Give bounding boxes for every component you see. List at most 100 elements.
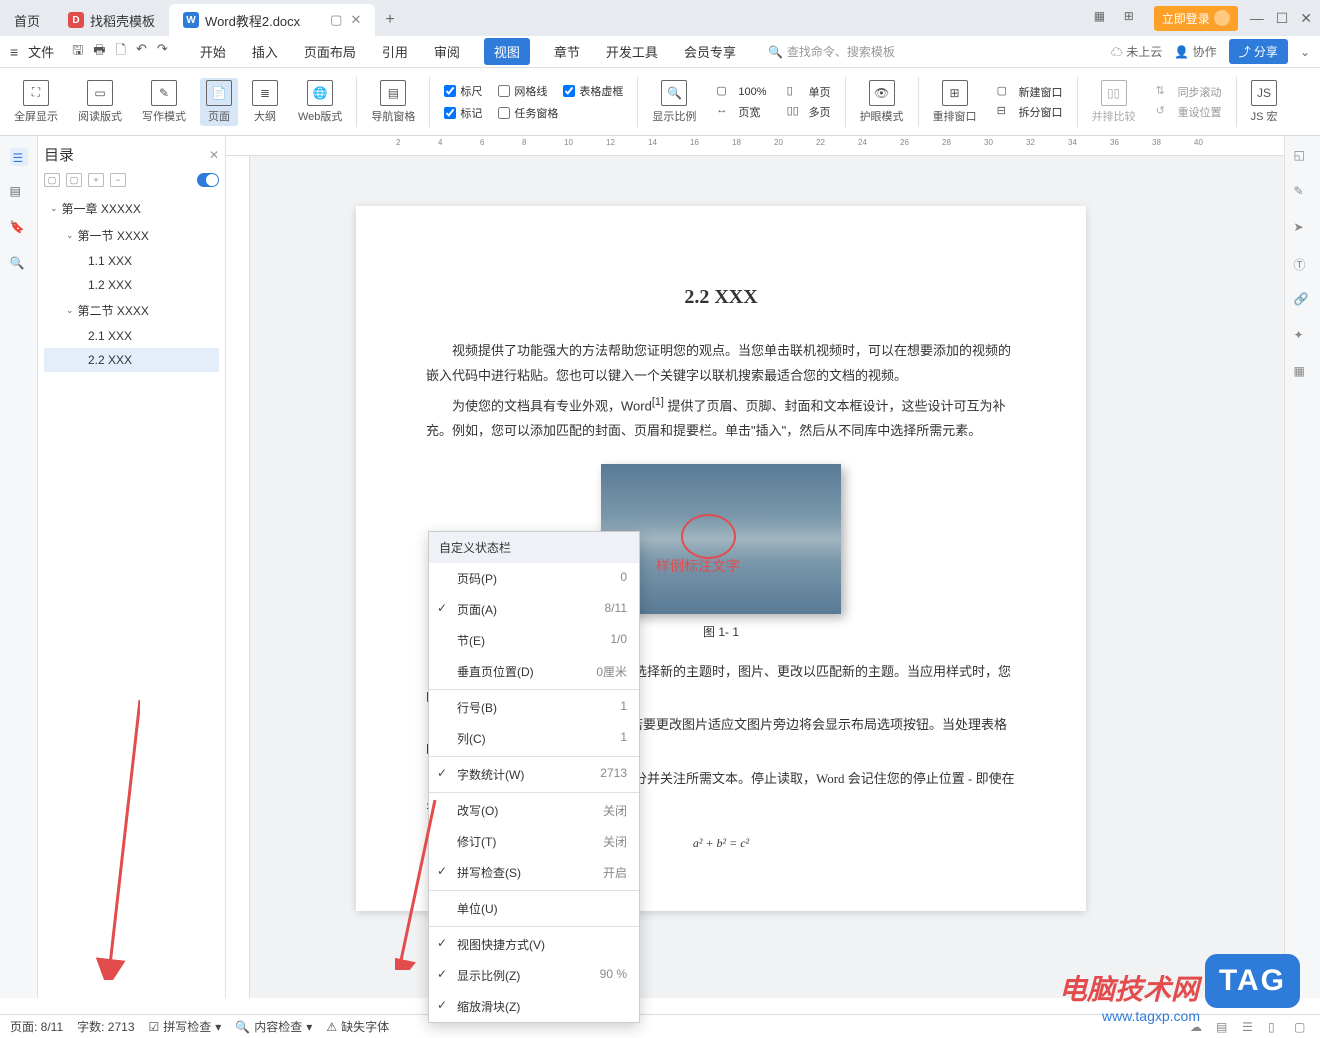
rail-star-icon[interactable]: ✦ (1294, 328, 1312, 346)
toc-rail-icon[interactable]: ☰ (10, 148, 28, 166)
qat-save-icon[interactable]: 🖫 (72, 41, 83, 63)
taskpane-checkbox[interactable]: 任务窗格 (498, 105, 558, 121)
status-missingfont[interactable]: ⚠ 缺失字体 (326, 1018, 389, 1035)
view-icon[interactable]: ☰ (1242, 1020, 1258, 1034)
navpane-button[interactable]: ▤ 导航窗格 (365, 78, 421, 126)
toc-tool-icon[interactable]: ▢ (44, 173, 60, 187)
status-page[interactable]: 页面: 8/11 (10, 1018, 63, 1035)
collab-button[interactable]: 👤 协作 (1174, 43, 1216, 60)
sidebyside-button[interactable]: ▯▯ 并排比较 (1086, 78, 1142, 126)
toc-item[interactable]: ⌄第一节 XXXX (44, 222, 219, 249)
hamburger-icon[interactable]: ≡ (10, 44, 18, 60)
status-contentcheck[interactable]: 🔍 内容检查 ▾ (235, 1018, 312, 1035)
chevron-down-icon[interactable]: ⌄ (66, 305, 74, 316)
toc-item[interactable]: 1.1 XXX (44, 249, 219, 273)
qat-preview-icon[interactable]: 🗋 (116, 41, 126, 63)
view-icon[interactable]: ☁ (1190, 1020, 1206, 1034)
singlepage-button[interactable]: ▯单页 (787, 84, 831, 100)
maximize-button[interactable]: ☐ (1276, 10, 1289, 27)
toc-item[interactable]: ⌄第一章 XXXXX (44, 195, 219, 222)
ruler-checkbox[interactable]: 标尺 (444, 83, 482, 99)
minimize-button[interactable]: — (1250, 10, 1264, 26)
rail-grid-icon[interactable]: ▦ (1294, 364, 1312, 382)
grid-icon[interactable]: ▦ (1094, 9, 1112, 27)
fullscreen-button[interactable]: ⛶ 全屏显示 (8, 78, 64, 126)
pageview-button[interactable]: 📄 页面 (200, 78, 238, 126)
command-search[interactable]: 🔍 查找命令、搜索模板 (768, 43, 948, 60)
vertical-ruler[interactable] (226, 156, 250, 998)
contextmenu-item[interactable]: ✓字数统计(W)2713 (429, 759, 639, 790)
chevron-down-icon[interactable]: ⌄ (50, 203, 58, 214)
contextmenu-item[interactable]: ✓显示比例(Z)90 % (429, 960, 639, 991)
ribbon-tab[interactable]: 章节 (552, 38, 582, 65)
contextmenu-item[interactable]: ✓缩放滑块(Z) (429, 991, 639, 1022)
contextmenu-item[interactable]: 列(C)1 (429, 723, 639, 754)
contextmenu-item[interactable]: 单位(U) (429, 893, 639, 924)
status-spellcheck[interactable]: ☑ 拼写检查 ▾ (149, 1018, 222, 1035)
toc-item[interactable]: 2.2 XXX (44, 348, 219, 372)
contextmenu-item[interactable]: 页码(P)0 (429, 563, 639, 594)
bookmark-rail-icon[interactable]: 🔖 (10, 220, 28, 238)
toc-tool-icon[interactable]: + (88, 173, 104, 187)
chevron-down-icon[interactable]: ⌄ (66, 230, 74, 241)
newwin-button[interactable]: ▢新建窗口 (997, 84, 1063, 100)
view-icon[interactable]: ▯ (1268, 1020, 1284, 1034)
contextmenu-item[interactable]: 垂直页位置(D)0厘米 (429, 656, 639, 687)
tab-add[interactable]: + (375, 4, 404, 36)
splitwin-button[interactable]: ⊟拆分窗口 (997, 104, 1063, 120)
horizontal-ruler[interactable]: 246810121416182022242628303234363840 (226, 136, 1284, 156)
writemode-button[interactable]: ✎ 写作模式 (136, 78, 192, 126)
toc-tool-icon[interactable]: − (110, 173, 126, 187)
zoom-button[interactable]: 🔍 显示比例 (646, 78, 702, 126)
contextmenu-item[interactable]: 改写(O)关闭 (429, 795, 639, 826)
ribbon-tab[interactable]: 审阅 (432, 38, 462, 65)
marker-checkbox[interactable]: 标记 (444, 105, 482, 121)
contextmenu-item[interactable]: 节(E)1/0 (429, 625, 639, 656)
contextmenu-item[interactable]: ✓页面(A)8/11 (429, 594, 639, 625)
toc-toggle[interactable] (197, 173, 219, 187)
thumbnail-rail-icon[interactable]: ▤ (10, 184, 28, 202)
ribbon-collapse-icon[interactable]: ⌄ (1300, 45, 1310, 59)
search-rail-icon[interactable]: 🔍 (10, 256, 28, 274)
pagewidth-button[interactable]: ↔页宽 (716, 104, 766, 120)
view-icon[interactable]: ▢ (1294, 1020, 1310, 1034)
status-words[interactable]: 字数: 2713 (77, 1018, 134, 1035)
multipage-button[interactable]: ▯▯多页 (787, 104, 831, 120)
rail-pen-icon[interactable]: ✎ (1294, 184, 1312, 202)
toc-item[interactable]: ⌄第二节 XXXX (44, 297, 219, 324)
ribbon-tab[interactable]: 会员专享 (682, 38, 738, 65)
arrange-button[interactable]: ⊞ 重排窗口 (927, 78, 983, 126)
ribbon-tab[interactable]: 插入 (250, 38, 280, 65)
share-button[interactable]: ⤴ 分享 (1229, 39, 1288, 64)
tab-close-icon[interactable]: ✕ (350, 12, 361, 28)
tabledash-checkbox[interactable]: 表格虚框 (563, 83, 623, 99)
qat-undo-icon[interactable]: ↶ (136, 41, 147, 63)
ribbon-tab[interactable]: 开始 (198, 38, 228, 65)
cloud-status[interactable]: ☁ 未上云 (1111, 43, 1162, 60)
apps-icon[interactable]: ⊞ (1124, 9, 1142, 27)
grid-checkbox[interactable]: 网格线 (498, 83, 547, 99)
toc-tool-icon[interactable]: ▢ (66, 173, 82, 187)
contextmenu-item[interactable]: ✓视图快捷方式(V) (429, 929, 639, 960)
ribbon-tab[interactable]: 开发工具 (604, 38, 660, 65)
tab-home[interactable]: 首页 (0, 4, 54, 36)
pin-icon[interactable]: ▢ (330, 12, 342, 28)
qat-redo-icon[interactable]: ↷ (157, 41, 168, 63)
contextmenu-item[interactable]: 行号(B)1 (429, 692, 639, 723)
contextmenu-item[interactable]: 修订(T)关闭 (429, 826, 639, 857)
ribbon-tab[interactable]: 视图 (484, 38, 530, 65)
rail-icon[interactable]: ◱ (1294, 148, 1312, 166)
rail-text-icon[interactable]: Ⓣ (1294, 256, 1312, 274)
eyecare-button[interactable]: 👁 护眼模式 (854, 78, 910, 126)
qat-print-icon[interactable]: 🖶 (93, 41, 105, 63)
contextmenu-item[interactable]: ✓拼写检查(S)开启 (429, 857, 639, 888)
tab-document[interactable]: W Word教程2.docx ▢ ✕ (169, 4, 375, 36)
document-area[interactable]: 246810121416182022242628303234363840 2.2… (226, 136, 1284, 998)
view-icon[interactable]: ▤ (1216, 1020, 1232, 1034)
ribbon-tab[interactable]: 引用 (380, 38, 410, 65)
rail-chain-icon[interactable]: 🔗 (1294, 292, 1312, 310)
login-button[interactable]: 立即登录 (1154, 6, 1238, 31)
toc-item[interactable]: 1.2 XXX (44, 273, 219, 297)
outline-button[interactable]: ≣ 大纲 (246, 78, 284, 126)
toc-item[interactable]: 2.1 XXX (44, 324, 219, 348)
